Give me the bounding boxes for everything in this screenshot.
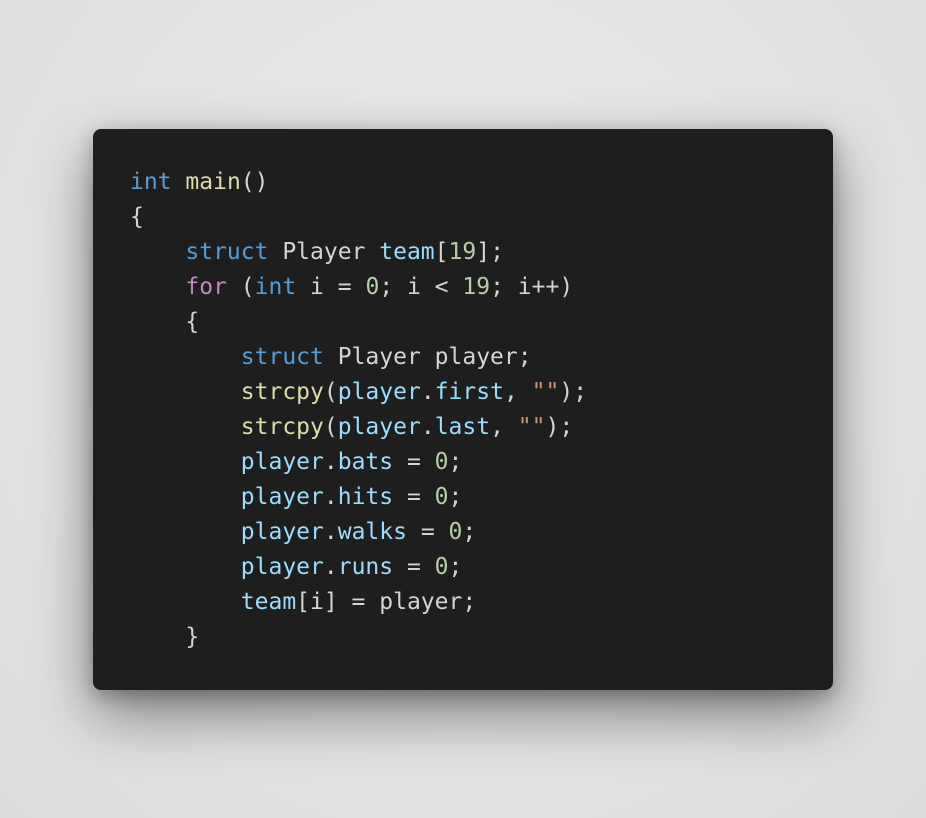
code-line: player.bats = 0; xyxy=(130,445,587,480)
code-line: team[i] = player; xyxy=(130,585,587,620)
code-token-variable: player xyxy=(240,519,324,545)
code-token-variable: player xyxy=(240,449,324,475)
code-token-keyword: int xyxy=(254,274,297,300)
code-token-default xyxy=(130,554,241,580)
code-token-default: = xyxy=(393,484,435,510)
code-token-default: ; xyxy=(462,519,477,545)
code-token-variable: last xyxy=(434,414,491,440)
code-token-number: 19 xyxy=(462,274,491,300)
code-token-variable: team xyxy=(379,239,435,265)
code-token-variable: bats xyxy=(337,449,394,475)
code-token-variable: player xyxy=(240,554,324,580)
code-token-default: . xyxy=(323,484,338,510)
code-token-variable: first xyxy=(434,379,504,405)
code-line: for (int i = 0; i < 19; i++) xyxy=(130,270,587,305)
code-token-function: strcpy xyxy=(240,414,324,440)
code-token-default xyxy=(130,379,241,405)
code-token-control: for xyxy=(185,274,227,300)
code-token-default xyxy=(130,449,241,475)
code-token-string: "" xyxy=(531,379,560,405)
code-token-number: 0 xyxy=(448,519,463,545)
code-token-function: strcpy xyxy=(240,379,324,405)
code-token-default: { xyxy=(130,309,200,335)
code-token-default: [i] = player; xyxy=(296,589,477,615)
code-token-number: 19 xyxy=(448,239,477,265)
code-token-default: () xyxy=(240,169,269,195)
code-token-variable: player xyxy=(337,379,421,405)
code-token-variable: player xyxy=(337,414,421,440)
code-token-default: { xyxy=(130,204,144,230)
code-token-keyword: int xyxy=(130,169,172,195)
code-token-default xyxy=(130,519,241,545)
code-token-default: [ xyxy=(434,239,449,265)
code-token-default xyxy=(130,484,241,510)
code-line: { xyxy=(130,200,587,235)
code-token-default: ; i++) xyxy=(490,274,574,300)
code-token-default: , xyxy=(490,414,518,440)
code-token-number: 0 xyxy=(434,554,449,580)
code-token-keyword: struct xyxy=(240,344,324,370)
code-token-variable: runs xyxy=(337,554,394,580)
code-line: struct Player player; xyxy=(130,340,587,375)
code-token-default xyxy=(130,589,241,615)
code-snippet-window: int main(){ struct Player team[19]; for … xyxy=(93,129,833,690)
code-line: strcpy(player.last, ""); xyxy=(130,410,587,445)
code-token-default: ]; xyxy=(476,239,504,265)
code-token-default: = xyxy=(393,554,435,580)
code-token-default: , xyxy=(503,379,532,405)
code-token-variable: hits xyxy=(337,484,394,510)
code-token-default: ( xyxy=(226,274,255,300)
code-token-default xyxy=(130,344,241,370)
code-token-default xyxy=(130,239,185,265)
code-token-default: ; xyxy=(448,554,463,580)
code-token-number: 0 xyxy=(434,484,449,510)
code-token-number: 0 xyxy=(365,274,380,300)
code-line: player.hits = 0; xyxy=(130,480,587,515)
code-token-variable: team xyxy=(240,589,297,615)
code-line: } xyxy=(130,620,587,655)
code-line: player.runs = 0; xyxy=(130,550,587,585)
code-token-variable: player xyxy=(240,484,324,510)
code-token-default: ); xyxy=(559,379,588,405)
code-token-default: i = xyxy=(296,274,366,300)
code-token-default xyxy=(130,414,241,440)
code-line: { xyxy=(130,305,587,340)
code-token-default: ); xyxy=(545,414,574,440)
code-token-default: . xyxy=(323,449,338,475)
code-token-default: Player player; xyxy=(323,344,532,370)
code-token-default: . xyxy=(323,519,338,545)
code-token-variable: walks xyxy=(337,519,407,545)
code-token-default: ; i < xyxy=(379,274,463,300)
code-token-default: = xyxy=(406,519,449,545)
code-token-default: . xyxy=(420,414,435,440)
code-token-keyword: struct xyxy=(185,239,269,265)
code-block[interactable]: int main(){ struct Player team[19]; for … xyxy=(130,165,587,655)
code-token-function: main xyxy=(185,169,241,195)
code-token-default xyxy=(130,274,185,300)
code-token-default: = xyxy=(393,449,435,475)
code-token-default xyxy=(172,169,186,195)
code-token-default: } xyxy=(130,624,200,650)
code-token-default: ( xyxy=(323,379,338,405)
code-token-default: ; xyxy=(448,484,463,510)
code-token-default: . xyxy=(323,554,338,580)
code-token-number: 0 xyxy=(434,449,449,475)
code-token-default: ( xyxy=(323,414,338,440)
code-line: strcpy(player.first, ""); xyxy=(130,375,587,410)
code-token-default: Player xyxy=(268,239,380,265)
code-line: int main() xyxy=(130,165,587,200)
code-token-default: . xyxy=(420,379,435,405)
code-token-string: "" xyxy=(517,414,546,440)
code-line: player.walks = 0; xyxy=(130,515,587,550)
code-line: struct Player team[19]; xyxy=(130,235,587,270)
code-token-default: ; xyxy=(448,449,463,475)
